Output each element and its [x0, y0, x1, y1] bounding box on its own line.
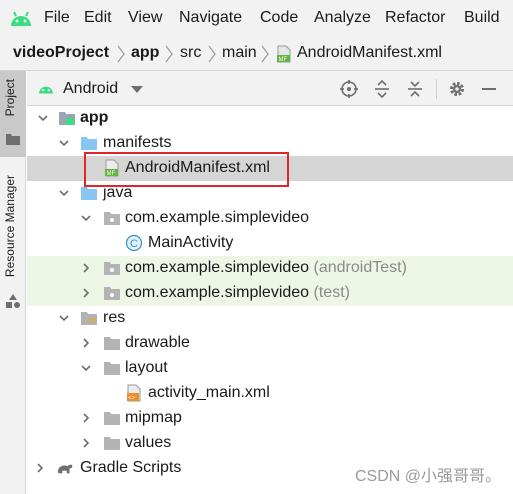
minimize-icon[interactable] [479, 79, 499, 99]
left-tool-stripe: Project Resource Manager [0, 71, 26, 494]
menu-code[interactable]: Code [260, 9, 298, 27]
tree-label-suffix: (androidTest) [313, 259, 407, 276]
chevron-right-icon[interactable] [34, 462, 46, 474]
menu-bar: File Edit View Navigate Code Analyze Ref… [0, 0, 513, 38]
menu-analyze[interactable]: Analyze [314, 9, 371, 27]
chevron-down-icon[interactable] [131, 86, 143, 94]
breadcrumb-file[interactable]: AndroidManifest.xml [297, 44, 442, 62]
chevron-down-icon[interactable] [80, 362, 92, 374]
view-selector[interactable]: Android [63, 80, 118, 98]
chevron-right-icon [261, 45, 269, 63]
svg-text:C: C [130, 238, 138, 250]
android-logo-icon [11, 11, 31, 26]
folder-icon [81, 137, 97, 150]
chevron-down-icon[interactable] [58, 137, 70, 149]
menu-build[interactable]: Build [464, 9, 500, 27]
menu-file[interactable]: File [44, 9, 70, 27]
package-icon [104, 212, 120, 225]
tree-node-app[interactable]: app [27, 106, 513, 131]
tree-label: layout [125, 359, 168, 376]
tree-label: com.example.simplevideo (test) [125, 284, 350, 301]
collapse-all-icon[interactable] [405, 79, 425, 99]
manifest-file-icon: MF [277, 45, 291, 63]
tree-label: app [80, 109, 109, 126]
tree-label: mipmap [125, 409, 182, 426]
layout-xml-icon: <> [127, 384, 141, 402]
tree-label: com.example.simplevideo [125, 209, 310, 226]
tree-label: res [103, 309, 126, 326]
tree-label: com.example.simplevideo (androidTest) [125, 259, 407, 276]
breadcrumb: videoProject app src main MF AndroidMani… [0, 38, 513, 71]
tree-label: activity_main.xml [148, 384, 270, 401]
tree-node-layout[interactable]: layout [27, 356, 513, 381]
tree-label: values [125, 434, 172, 451]
menu-view[interactable]: View [128, 9, 162, 27]
expand-all-icon[interactable] [372, 79, 392, 99]
module-folder-icon [59, 112, 75, 125]
resource-manager-tab-label: Resource Manager [3, 175, 17, 278]
chevron-right-icon [117, 45, 125, 63]
project-tool-window-header: Android [27, 71, 513, 106]
project-tab-label: Project [3, 79, 17, 117]
folder-icon [6, 134, 20, 145]
tree-label: Gradle Scripts [80, 459, 182, 476]
menu-edit[interactable]: Edit [84, 9, 112, 27]
chevron-right-icon[interactable] [80, 412, 92, 424]
tree-node-package-android-test[interactable]: com.example.simplevideo (androidTest) [27, 256, 513, 281]
tree-label: drawable [125, 334, 190, 351]
menu-refactor[interactable]: Refactor [385, 9, 445, 27]
res-folder-icon [81, 312, 97, 325]
gradle-icon [57, 464, 73, 474]
chevron-down-icon[interactable] [58, 312, 70, 324]
resource-manager-tool-tab[interactable]: Resource Manager [0, 171, 26, 321]
chevron-right-icon [208, 45, 216, 63]
svg-text:<>: <> [128, 396, 136, 402]
chevron-down-icon[interactable] [80, 212, 92, 224]
android-logo-icon [39, 86, 53, 94]
tree-label: manifests [103, 134, 172, 151]
tree-node-activity-main[interactable]: <> activity_main.xml [27, 381, 513, 406]
tree-node-mipmap[interactable]: mipmap [27, 406, 513, 431]
resource-shapes-icon [6, 294, 20, 308]
tree-node-drawable[interactable]: drawable [27, 331, 513, 356]
tree-node-package-main[interactable]: com.example.simplevideo [27, 206, 513, 231]
toolbar-divider [436, 79, 437, 99]
folder-icon [104, 362, 120, 375]
tree-label-suffix: (test) [313, 284, 350, 301]
crosshair-icon[interactable] [339, 79, 359, 99]
project-tool-tab[interactable]: Project [0, 71, 26, 157]
tree-node-res[interactable]: res [27, 306, 513, 331]
chevron-down-icon[interactable] [37, 112, 49, 124]
breadcrumb-main[interactable]: main [222, 44, 257, 62]
chevron-down-icon[interactable] [58, 187, 70, 199]
breadcrumb-module[interactable]: app [131, 44, 159, 62]
svg-text:MF: MF [279, 57, 288, 63]
breadcrumb-project[interactable]: videoProject [13, 44, 109, 62]
folder-icon [104, 337, 120, 350]
watermark: CSDN @小强哥哥。 [354, 468, 501, 485]
folder-icon [104, 437, 120, 450]
package-icon [104, 287, 120, 300]
chevron-right-icon[interactable] [80, 337, 92, 349]
chevron-right-icon[interactable] [80, 437, 92, 449]
package-icon [104, 262, 120, 275]
gear-icon[interactable] [447, 79, 467, 99]
breadcrumb-src[interactable]: src [180, 44, 201, 62]
folder-icon [104, 412, 120, 425]
tree-node-main-activity[interactable]: C MainActivity [27, 231, 513, 256]
chevron-right-icon[interactable] [80, 262, 92, 274]
chevron-right-icon [165, 45, 173, 63]
chevron-right-icon[interactable] [80, 287, 92, 299]
annotation-highlight-box [84, 152, 289, 187]
menu-navigate[interactable]: Navigate [179, 9, 242, 27]
tree-label: MainActivity [148, 234, 234, 251]
java-class-icon: C [125, 234, 143, 252]
tree-node-package-test[interactable]: com.example.simplevideo (test) [27, 281, 513, 306]
tree-node-values[interactable]: values [27, 431, 513, 456]
